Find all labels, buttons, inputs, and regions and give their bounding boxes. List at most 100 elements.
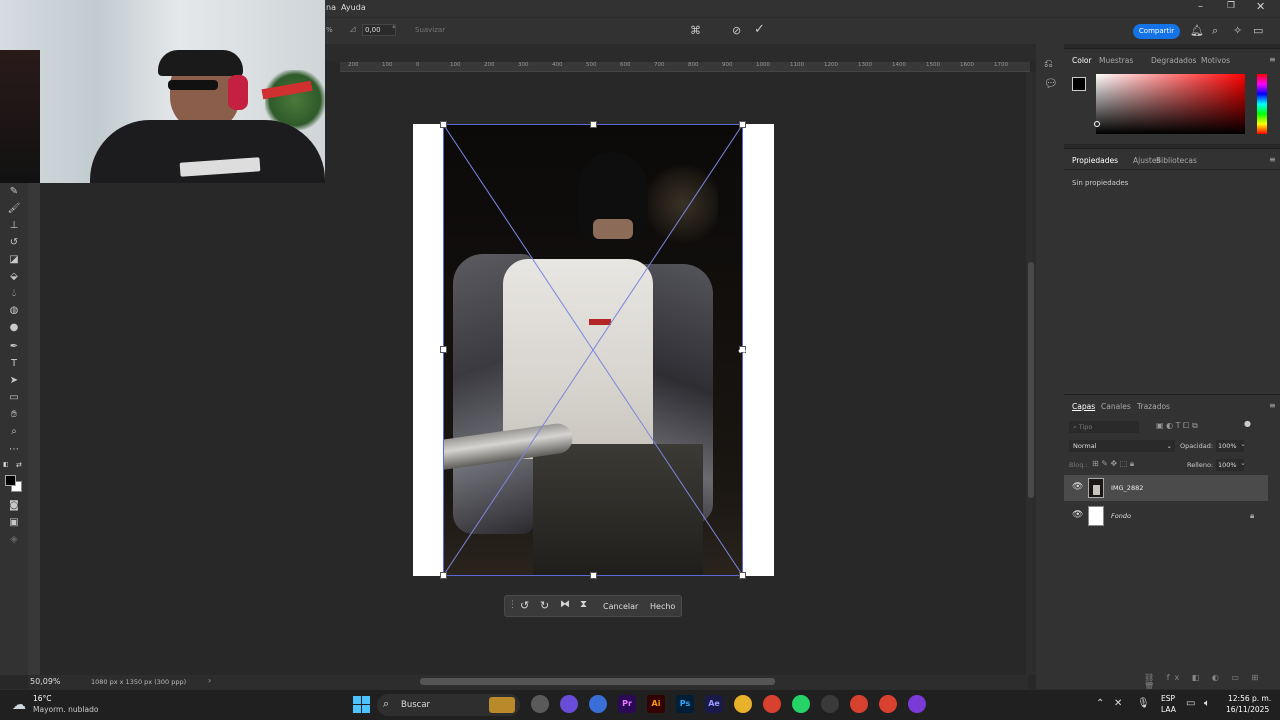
bell-icon[interactable]: 🔔︎	[1190, 25, 1204, 36]
more-tools-icon[interactable]: ⋯	[7, 443, 21, 456]
drag-handle-icon[interactable]: ⋮	[508, 600, 517, 610]
tab-patterns[interactable]: Motivos	[1201, 56, 1230, 65]
default-colors-icon[interactable]: ◧	[3, 461, 9, 468]
color-saturation-field[interactable]	[1096, 74, 1245, 134]
menu-item-window[interactable]: na	[326, 3, 336, 12]
search-icon[interactable]: ⌕	[1212, 25, 1218, 36]
files-app-icon[interactable]	[531, 695, 549, 713]
document-info[interactable]: 1080 px x 1350 px (300 ppp)	[91, 678, 186, 686]
whatsapp-app-icon[interactable]	[792, 695, 810, 713]
weather-desc[interactable]: Mayorm. nublado	[33, 705, 98, 714]
close-icon[interactable]: ✕	[1256, 0, 1265, 13]
zoom-level[interactable]: 50,09%	[30, 677, 61, 686]
clock-date[interactable]: 16/11/2025	[1226, 705, 1269, 714]
quick-mask-icon[interactable]: ◙	[7, 499, 21, 512]
cancel-button[interactable]: Cancelar	[603, 602, 638, 611]
copilot-app-icon[interactable]	[560, 695, 578, 713]
chevron-down-icon[interactable]: ⌄	[1240, 440, 1246, 448]
layer-name[interactable]: IMG_2882	[1111, 484, 1143, 492]
photoshop-app-icon[interactable]: Ps	[676, 695, 694, 713]
commit-transform-icon[interactable]: ✓	[754, 23, 765, 36]
discover-icon[interactable]: ✧	[1233, 25, 1242, 36]
panel-menu-icon[interactable]: ≡	[1269, 155, 1276, 164]
pen-tool-icon[interactable]: ✒	[7, 340, 21, 353]
rectangle-tool-icon[interactable]: ▭	[7, 391, 21, 404]
transform-handle-middle-left[interactable]	[440, 346, 447, 353]
workspace-icon[interactable]: ▭	[1253, 25, 1263, 36]
menu-item-help[interactable]: Ayuda	[341, 3, 366, 12]
chrome-app-icon[interactable]	[763, 695, 781, 713]
filter-toggle-icon[interactable]: ●	[1244, 419, 1251, 428]
filter-icons[interactable]: ▣ ◐ T ⧠ ⧉	[1156, 421, 1198, 431]
language-layout[interactable]: LAA	[1161, 705, 1176, 714]
aftereffects-app-icon[interactable]: Ae	[705, 695, 723, 713]
tab-swatches[interactable]: Muestras	[1099, 56, 1133, 65]
eraser-tool-icon[interactable]: ◪	[7, 253, 21, 266]
dodge-tool-icon[interactable]: ◍	[7, 304, 21, 317]
transform-handle-bottom-left[interactable]	[440, 572, 447, 579]
screen-mode-icon[interactable]: ▣	[7, 516, 21, 529]
swap-colors-icon[interactable]: ⇄	[16, 461, 22, 469]
chatgpt-app-icon[interactable]	[821, 695, 839, 713]
lock-icons[interactable]: ⊞ ✎ ✥ ⬚ 🔒︎	[1092, 459, 1134, 469]
weather-temp[interactable]: 16°C	[33, 694, 52, 703]
type-tool-icon[interactable]: T	[7, 357, 21, 370]
horizontal-scroll-thumb[interactable]	[420, 678, 775, 685]
paint-bucket-tool-icon[interactable]: ⬙	[7, 270, 21, 283]
blend-mode-select[interactable]: Normal ⌄	[1069, 440, 1175, 452]
minimize-icon[interactable]: –	[1198, 1, 1203, 12]
transform-bounding-box[interactable]	[443, 124, 743, 576]
mic-off-icon[interactable]: ✕	[1114, 698, 1122, 709]
color-picker-marker[interactable]	[1094, 121, 1100, 127]
brush-tool-icon[interactable]: 🖌︎	[7, 202, 21, 215]
chrome-profile3-app-icon[interactable]	[879, 695, 897, 713]
transform-handle-top-left[interactable]	[440, 121, 447, 128]
chevron-up-icon[interactable]: ⌃	[1096, 698, 1104, 709]
tab-libraries[interactable]: Bibliotecas	[1156, 156, 1197, 165]
game-app-icon[interactable]	[908, 695, 926, 713]
layer-filter-search[interactable]: ⌕ Tipo	[1069, 421, 1139, 433]
microphone-icon[interactable]: 🎙︎	[1137, 698, 1150, 709]
volume-icon[interactable]: 🔈︎	[1204, 698, 1210, 709]
explorer-app-icon[interactable]	[734, 695, 752, 713]
comments-panel-icon[interactable]: 💬︎	[1044, 78, 1058, 89]
transform-handle-top-center[interactable]	[590, 121, 597, 128]
vertical-scroll-thumb[interactable]	[1028, 262, 1034, 498]
layer-row-selected[interactable]: 👁︎ IMG_2882	[1064, 475, 1268, 501]
network-icon[interactable]: ▭	[1186, 698, 1195, 709]
transform-handle-bottom-center[interactable]	[590, 572, 597, 579]
status-arrow-icon[interactable]: ›	[208, 676, 211, 685]
premiere-app-icon[interactable]: Pr	[618, 695, 636, 713]
clone-stamp-tool-icon[interactable]: ⊥	[7, 219, 21, 232]
layer-name[interactable]: Fondo	[1111, 512, 1131, 520]
cancel-transform-icon[interactable]: ⊘	[732, 25, 741, 36]
brush-heal-tool-icon[interactable]: ✎	[7, 185, 21, 198]
rotate-right-icon[interactable]: ↻	[540, 599, 549, 612]
illustrator-app-icon[interactable]: Ai	[647, 695, 665, 713]
path-selection-tool-icon[interactable]: ➤	[7, 374, 21, 387]
angle-input[interactable]: 0,00	[362, 24, 396, 36]
share-button[interactable]: Compartir	[1133, 24, 1180, 39]
tab-layers[interactable]: Capas	[1072, 402, 1095, 411]
warp-icon[interactable]: ⌘	[690, 25, 701, 36]
sponge-tool-icon[interactable]: ●	[7, 321, 21, 334]
color-hue-slider[interactable]	[1257, 74, 1267, 134]
history-brush-tool-icon[interactable]: ↺	[7, 236, 21, 249]
layer-row[interactable]: 👁︎ Fondo 🔒︎	[1064, 503, 1268, 529]
eye-icon[interactable]: 👁︎	[1072, 510, 1083, 520]
blur-tool-icon[interactable]: 💧︎	[7, 287, 21, 300]
windows-start-icon[interactable]	[353, 696, 361, 704]
clock-time[interactable]: 12:56 p. m.	[1228, 694, 1271, 703]
tab-color[interactable]: Color	[1072, 56, 1092, 65]
rotate-left-icon[interactable]: ↺	[520, 599, 529, 612]
transform-handle-bottom-right[interactable]	[739, 572, 746, 579]
chevron-down-icon[interactable]: ⌄	[1240, 459, 1246, 467]
tab-gradients[interactable]: Degradados	[1151, 56, 1196, 65]
eye-icon[interactable]: 👁︎	[1072, 482, 1083, 492]
restore-icon[interactable]: ❐	[1227, 1, 1235, 11]
tab-channels[interactable]: Canales	[1101, 402, 1131, 411]
foreground-color-swatch[interactable]	[5, 475, 16, 486]
language-indicator[interactable]: ESP	[1161, 694, 1175, 703]
tab-paths[interactable]: Trazados	[1137, 402, 1170, 411]
interpolation-label[interactable]: Suavizar	[415, 26, 445, 34]
